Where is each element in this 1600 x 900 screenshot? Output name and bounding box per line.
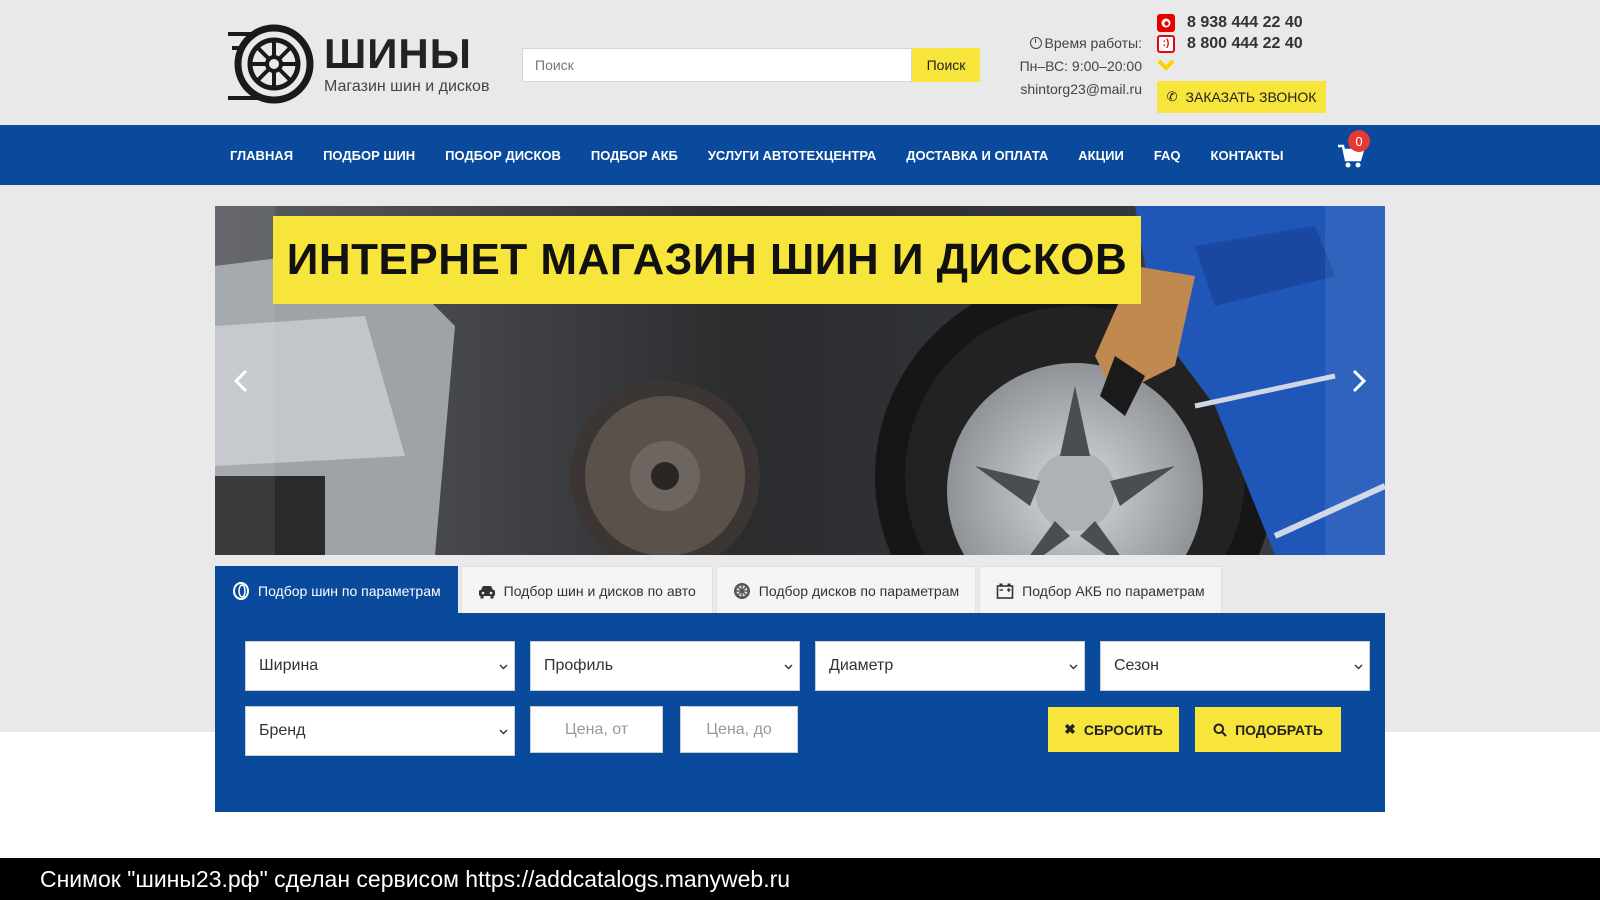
chevron-right-icon[interactable] bbox=[1343, 366, 1373, 396]
select-value: Профиль bbox=[544, 657, 614, 674]
nav-item-batteries[interactable]: ПОДБОР АКБ bbox=[591, 148, 678, 163]
chevron-down-icon bbox=[784, 664, 793, 670]
cart-count-badge: 0 bbox=[1348, 130, 1370, 152]
search-bar: Поиск bbox=[522, 48, 980, 82]
tire-icon bbox=[233, 581, 249, 600]
search-filter-button[interactable]: ПОДОБРАТЬ bbox=[1195, 707, 1341, 752]
tab-label: Подбор шин по параметрам bbox=[258, 582, 441, 599]
hero-banner: ИНТЕРНЕТ МАГАЗИН ШИН И ДИСКОВ bbox=[215, 206, 1385, 555]
tab-by-car[interactable]: Подбор шин и дисков по авто bbox=[460, 566, 713, 614]
reset-label: СБРОСИТЬ bbox=[1083, 721, 1163, 738]
select-value: Сезон bbox=[1114, 657, 1159, 674]
callback-button[interactable]: ✆ ЗАКАЗАТЬ ЗВОНОК bbox=[1157, 81, 1326, 113]
price-to-input[interactable]: Цена, до bbox=[680, 706, 798, 753]
reset-button[interactable]: ✖ СБРОСИТЬ bbox=[1048, 707, 1179, 752]
clock-icon bbox=[1029, 37, 1042, 49]
search-input[interactable] bbox=[522, 48, 912, 82]
hours-label: Время работы: bbox=[1044, 35, 1142, 51]
tire-logo-icon bbox=[228, 24, 314, 104]
season-select[interactable]: Сезон bbox=[1100, 641, 1370, 691]
close-icon: ✖ bbox=[1064, 721, 1076, 737]
working-hours: Время работы: Пн–ВС: 9:00–20:00 shintorg… bbox=[1010, 32, 1142, 101]
chevron-down-icon bbox=[1354, 664, 1363, 670]
logo[interactable]: ШИНЫ Магазин шин и дисков bbox=[226, 24, 489, 104]
chevron-down-icon bbox=[499, 729, 508, 735]
mts-icon: :) bbox=[1157, 34, 1175, 53]
search-tabs: Подбор шин по параметрам Подбор шин и ди… bbox=[215, 566, 1225, 614]
nav-item-home[interactable]: ГЛАВНАЯ bbox=[230, 148, 293, 163]
filter-panel: Ширина Профиль Диаметр Сезон Бренд Цена,… bbox=[215, 613, 1385, 812]
chevron-left-icon[interactable] bbox=[227, 366, 257, 396]
logo-title: ШИНЫ bbox=[324, 30, 472, 77]
phone-list: 8 938 444 22 40 :) 8 800 444 22 40 bbox=[1157, 12, 1303, 75]
screenshot-caption: Снимок "шины23.рф" сделан сервисом https… bbox=[0, 858, 1600, 900]
hours-value: Пн–ВС: 9:00–20:00 bbox=[1019, 58, 1142, 74]
nav-item-delivery[interactable]: ДОСТАВКА И ОПЛАТА bbox=[906, 148, 1048, 163]
tab-label: Подбор АКБ по параметрам bbox=[1022, 582, 1205, 599]
nav-item-services[interactable]: УСЛУГИ АВТОТЕХЦЕНТРА bbox=[708, 148, 876, 163]
tab-tires-params[interactable]: Подбор шин по параметрам bbox=[215, 566, 458, 614]
brand-select[interactable]: Бренд bbox=[245, 706, 515, 756]
select-value: Бренд bbox=[259, 722, 306, 739]
phone-number[interactable]: 8 800 444 22 40 bbox=[1187, 35, 1303, 53]
nav-item-faq[interactable]: FAQ bbox=[1154, 148, 1181, 163]
phone-number[interactable]: 8 938 444 22 40 bbox=[1187, 14, 1303, 32]
diameter-select[interactable]: Диаметр bbox=[815, 641, 1085, 691]
phone-row: 8 938 444 22 40 bbox=[1157, 12, 1303, 33]
profile-select[interactable]: Профиль bbox=[530, 641, 800, 691]
logo-subtitle: Магазин шин и дисков bbox=[324, 78, 490, 95]
vodafone-icon bbox=[1157, 13, 1175, 32]
select-value: Диаметр bbox=[829, 657, 894, 674]
banner-title: ИНТЕРНЕТ МАГАЗИН ШИН И ДИСКОВ bbox=[286, 235, 1128, 284]
beeline-icon bbox=[1157, 56, 1175, 74]
nav-item-rims[interactable]: ПОДБОР ДИСКОВ bbox=[445, 148, 561, 163]
nav-item-tires[interactable]: ПОДБОР ШИН bbox=[323, 148, 415, 163]
callback-label: ЗАКАЗАТЬ ЗВОНОК bbox=[1185, 89, 1317, 105]
tab-label: Подбор шин и дисков по авто bbox=[503, 582, 696, 599]
banner-title-box: ИНТЕРНЕТ МАГАЗИН ШИН И ДИСКОВ bbox=[273, 216, 1141, 304]
select-value: Ширина bbox=[259, 657, 319, 674]
battery-icon bbox=[996, 583, 1014, 599]
car-icon bbox=[478, 585, 495, 598]
rim-icon bbox=[733, 582, 750, 599]
nav-item-contacts[interactable]: КОНТАКТЫ bbox=[1211, 148, 1284, 163]
tab-label: Подбор дисков по параметрам bbox=[758, 582, 960, 599]
tab-rims-params[interactable]: Подбор дисков по параметрам bbox=[715, 566, 977, 614]
width-select[interactable]: Ширина bbox=[245, 641, 515, 691]
chevron-down-icon bbox=[1069, 664, 1078, 670]
search-button[interactable]: Поиск bbox=[912, 48, 980, 82]
email-link[interactable]: shintorg23@mail.ru bbox=[1010, 78, 1142, 101]
phone-icon: ✆ bbox=[1166, 89, 1178, 104]
price-from-input[interactable]: Цена, от bbox=[530, 706, 663, 753]
search-filter-label: ПОДОБРАТЬ bbox=[1235, 721, 1323, 738]
chevron-down-icon bbox=[499, 664, 508, 670]
nav-item-promotions[interactable]: АКЦИИ bbox=[1078, 148, 1124, 163]
search-icon bbox=[1213, 723, 1227, 737]
tab-battery-params[interactable]: Подбор АКБ по параметрам bbox=[979, 566, 1222, 614]
phone-row bbox=[1157, 54, 1303, 75]
site-header: ШИНЫ Магазин шин и дисков Поиск Время ра… bbox=[0, 0, 1600, 125]
phone-row: :) 8 800 444 22 40 bbox=[1157, 33, 1303, 54]
